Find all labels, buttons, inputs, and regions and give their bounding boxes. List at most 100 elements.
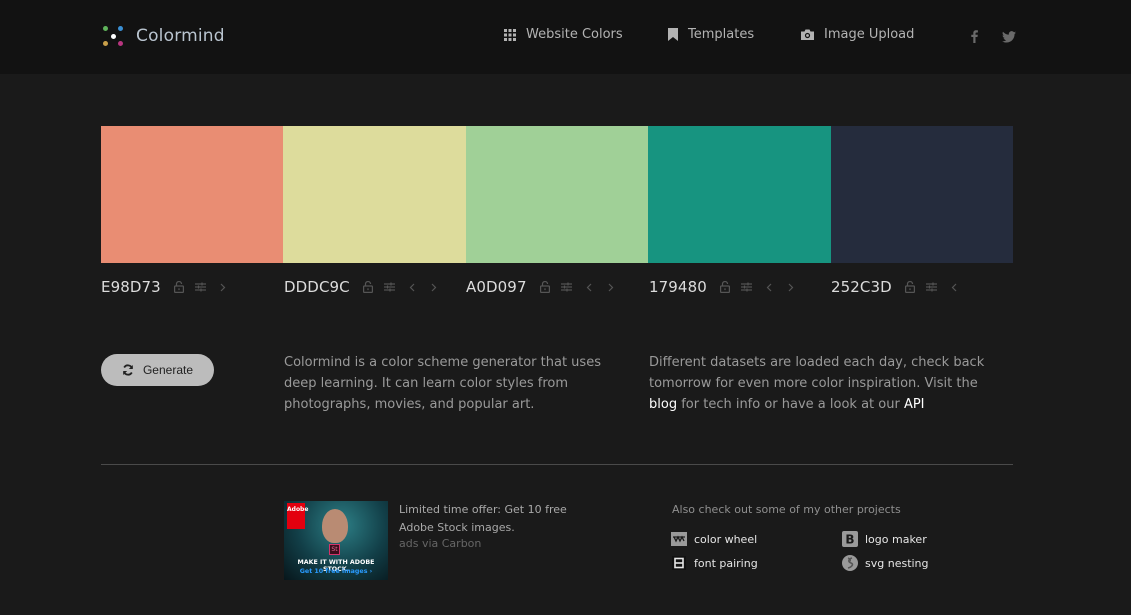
lock-icon [539,281,550,293]
other-projects-title: Also check out some of my other projects [672,503,901,516]
nav-label: Website Colors [526,27,623,42]
project-label: svg nesting [865,556,929,570]
hex-value[interactable]: 179480 [649,278,707,296]
camera-icon [801,29,814,40]
swatch-controls: 179480 [649,278,807,296]
next-color-button[interactable] [217,280,229,294]
project-font-pairing[interactable]: font pairing [671,555,758,571]
prev-color-button[interactable] [948,280,960,294]
hex-value[interactable]: A0D097 [466,278,527,296]
datasets-text-prefix: Different datasets are loaded each day, … [649,355,985,391]
project-svg-nesting[interactable]: svg nesting [842,555,929,571]
grid-icon [504,28,516,41]
adobe-stock-icon: St [329,544,340,555]
lock-button[interactable] [904,280,916,294]
ad-image-cta: Get 10 free images › [299,568,373,575]
site-header: Colormind Website Colors Templates Image… [0,0,1131,74]
lock-button[interactable] [719,280,731,294]
sliders-icon [926,282,938,292]
facebook-link[interactable] [971,28,978,47]
adjust-button[interactable] [561,280,573,294]
project-logo-maker[interactable]: B logo maker [842,531,927,547]
logo-maker-icon: B [842,531,858,547]
hex-value[interactable]: 252C3D [831,278,892,296]
refresh-icon [123,364,133,376]
project-label: logo maker [865,532,927,546]
hex-value[interactable]: DDDC9C [284,278,350,296]
nav-label: Image Upload [824,27,915,42]
section-divider [101,464,1013,465]
next-color-button[interactable] [605,280,617,294]
project-label: color wheel [694,532,758,546]
ad-portrait [322,509,348,543]
sliders-icon [195,282,207,292]
font-pairing-icon [671,555,687,571]
chevron-right-icon [788,283,794,291]
datasets-text: Different datasets are loaded each day, … [649,352,999,415]
color-swatch[interactable] [283,126,466,263]
adjust-button[interactable] [384,280,396,294]
lock-button[interactable] [173,280,185,294]
adjust-button[interactable] [741,280,753,294]
datasets-text-middle: for tech info or have a look at our [677,397,904,412]
lock-button[interactable] [539,280,551,294]
next-color-button[interactable] [428,280,440,294]
adobe-logo-icon: Adobe [287,503,308,529]
project-color-wheel[interactable]: color wheel [671,531,757,547]
color-wheel-icon [671,531,687,547]
bookmark-icon [668,28,678,41]
lock-button[interactable] [362,280,374,294]
project-label: font pairing [694,556,758,570]
lock-icon [362,281,373,293]
svg-nesting-icon [842,555,858,571]
chevron-left-icon [586,283,592,291]
chevron-right-icon [220,283,226,291]
adjust-button[interactable] [926,280,938,294]
chevron-left-icon [409,283,415,291]
generate-label: Generate [142,363,194,377]
lock-icon [904,281,915,293]
lock-icon [173,281,184,293]
chevron-left-icon [766,283,772,291]
prev-color-button[interactable] [406,280,418,294]
color-swatch[interactable] [101,126,284,263]
lock-icon [719,281,730,293]
swatch-controls: A0D097 [466,278,627,296]
prev-color-button[interactable] [763,280,775,294]
intro-text: Colormind is a color scheme generator th… [284,355,601,412]
adjust-button[interactable] [195,280,207,294]
swatch-controls: DDDC9C [284,278,450,296]
facebook-icon [971,30,978,43]
ads-via-carbon-link[interactable]: ads via Carbon [399,537,481,550]
logo-link[interactable]: Colormind [101,24,225,48]
color-swatch[interactable] [830,126,1014,263]
hex-value[interactable]: E98D73 [101,278,161,296]
twitter-link[interactable] [1002,28,1016,47]
ad-text-link[interactable]: Limited time offer: Get 10 free Adobe St… [399,501,599,537]
color-palette [101,126,1014,263]
nav-templates[interactable]: Templates [668,27,754,42]
chevron-right-icon [608,283,613,291]
color-swatch[interactable] [465,126,649,263]
nav-label: Templates [688,27,755,42]
next-color-button[interactable] [785,280,797,294]
nav-website-colors[interactable]: Website Colors [504,27,623,42]
blog-link[interactable]: blog [649,397,677,412]
sliders-icon [741,282,753,292]
nav-image-upload[interactable]: Image Upload [801,27,914,42]
swatch-controls: E98D73 [101,278,239,296]
generate-button[interactable]: Generate [101,354,214,386]
chevron-right-icon [431,283,437,291]
sliders-icon [384,282,396,292]
logo-text: Colormind [136,26,225,46]
sliders-icon [561,282,573,292]
ad-image[interactable]: Adobe St MAKE IT WITH ADOBE STOCK. Get 1… [284,501,388,580]
svg-text:B: B [845,533,854,547]
colormind-logo-icon [101,24,125,48]
api-link[interactable]: API [904,397,925,412]
chevron-left-icon [951,283,957,291]
color-swatch[interactable] [648,126,831,263]
twitter-icon [1002,31,1016,43]
swatch-controls: 252C3D [831,278,970,296]
prev-color-button[interactable] [583,280,595,294]
